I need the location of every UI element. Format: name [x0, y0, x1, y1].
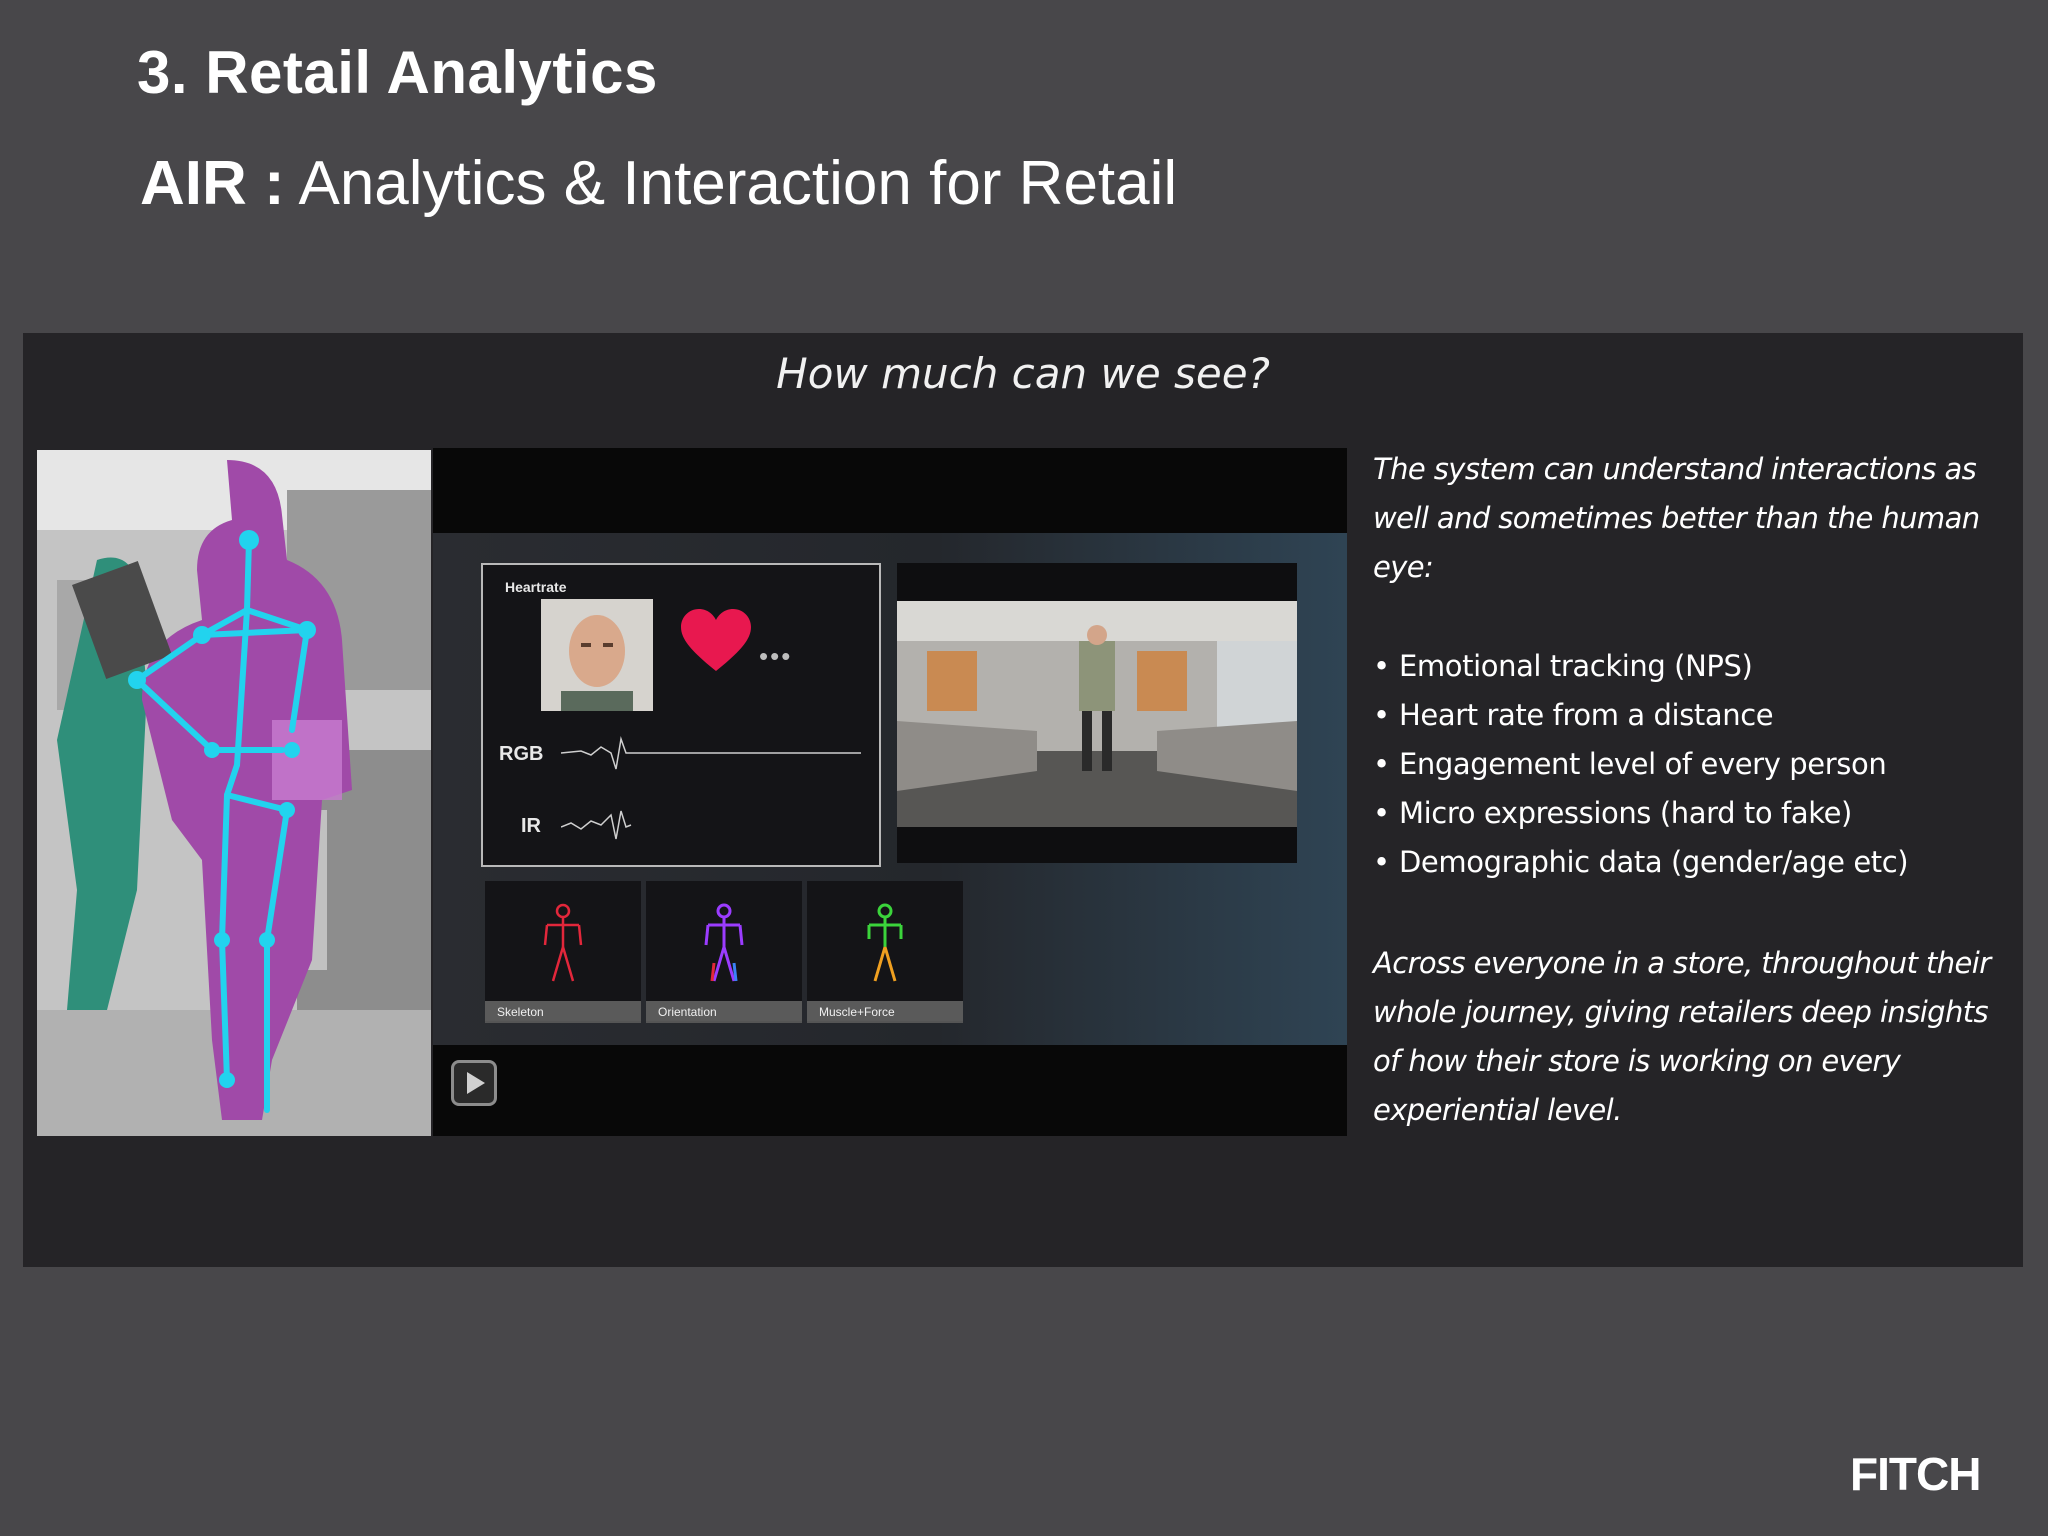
- list-item-text: Demographic data (gender/age etc): [1399, 845, 1909, 879]
- room-image: [897, 601, 1297, 827]
- rgb-signal-label: RGB: [499, 743, 544, 765]
- subtitle-expansion: Analytics & Interaction for Retail: [284, 149, 1178, 218]
- list-item-text: Heart rate from a distance: [1399, 698, 1774, 732]
- list-item: • Emotional tracking (NPS): [1373, 649, 1753, 683]
- muscle-force-thumbnail[interactable]: Muscle+Force: [807, 881, 963, 1023]
- list-item-text: Micro expressions (hard to fake): [1399, 796, 1852, 830]
- list-item: • Demographic data (gender/age etc): [1373, 845, 1909, 879]
- outro-text: Across everyone in a store, throughout t…: [1373, 946, 1991, 1127]
- slide-subtitle: AIR : Analytics & Interaction for Retail: [140, 148, 1177, 219]
- muscle-force-figure-icon: [867, 903, 903, 982]
- skeleton-thumbnail[interactable]: Skeleton: [485, 881, 641, 1023]
- ir-signal-label: IR: [521, 815, 541, 837]
- face-thumbnail: [541, 599, 653, 711]
- orientation-label: Orientation: [658, 1005, 717, 1019]
- skeleton-label: Skeleton: [497, 1005, 544, 1019]
- room-camera-view: [897, 563, 1297, 863]
- panel-heading: How much can we see?: [776, 349, 1270, 398]
- fitch-logo: FITCH: [1850, 1448, 1981, 1500]
- heartrate-panel: Heartrate ••• RGB IR: [481, 563, 881, 867]
- room-scene: [897, 601, 1297, 827]
- slide-title: 3. Retail Analytics: [137, 39, 658, 106]
- muscle-force-label: Muscle+Force: [819, 1005, 895, 1019]
- capabilities-list: • Emotional tracking (NPS) • Heart rate fr…: [1373, 642, 2013, 887]
- list-item-text: Engagement level of every person: [1399, 747, 1887, 781]
- heartrate-label: Heartrate: [505, 579, 567, 595]
- list-item: • Heart rate from a distance: [1373, 698, 1774, 732]
- shopper-tracking-illustration: [37, 450, 431, 1136]
- video-frame: Heartrate ••• RGB IR Skeleton Orientatio…: [433, 533, 1347, 1045]
- heart-icon: [681, 609, 751, 671]
- shopper-tracking-photo: [37, 450, 431, 1136]
- list-item-text: Emotional tracking (NPS): [1399, 649, 1753, 683]
- intro-text: The system can understand interactions a…: [1373, 452, 1980, 584]
- description-column: The system can understand interactions a…: [1373, 445, 2013, 1135]
- signal-waveforms: [561, 736, 861, 840]
- play-icon: [467, 1072, 485, 1094]
- list-item: • Engagement level of every person: [1373, 747, 1887, 781]
- skeleton-figure-icon: [543, 903, 583, 982]
- face-image: [541, 599, 653, 711]
- orientation-thumbnail[interactable]: Orientation: [646, 881, 802, 1023]
- embedded-slide-panel: How much can we see? Heartrate ••• RGB I…: [23, 333, 2023, 1267]
- demo-video-player[interactable]: Heartrate ••• RGB IR Skeleton Orientatio…: [433, 448, 1347, 1136]
- list-item: • Micro expressions (hard to fake): [1373, 796, 1852, 830]
- orientation-figure-icon: [704, 903, 744, 982]
- more-dots-icon: •••: [759, 641, 793, 671]
- play-button[interactable]: [451, 1060, 497, 1106]
- subtitle-acronym: AIR :: [140, 149, 285, 218]
